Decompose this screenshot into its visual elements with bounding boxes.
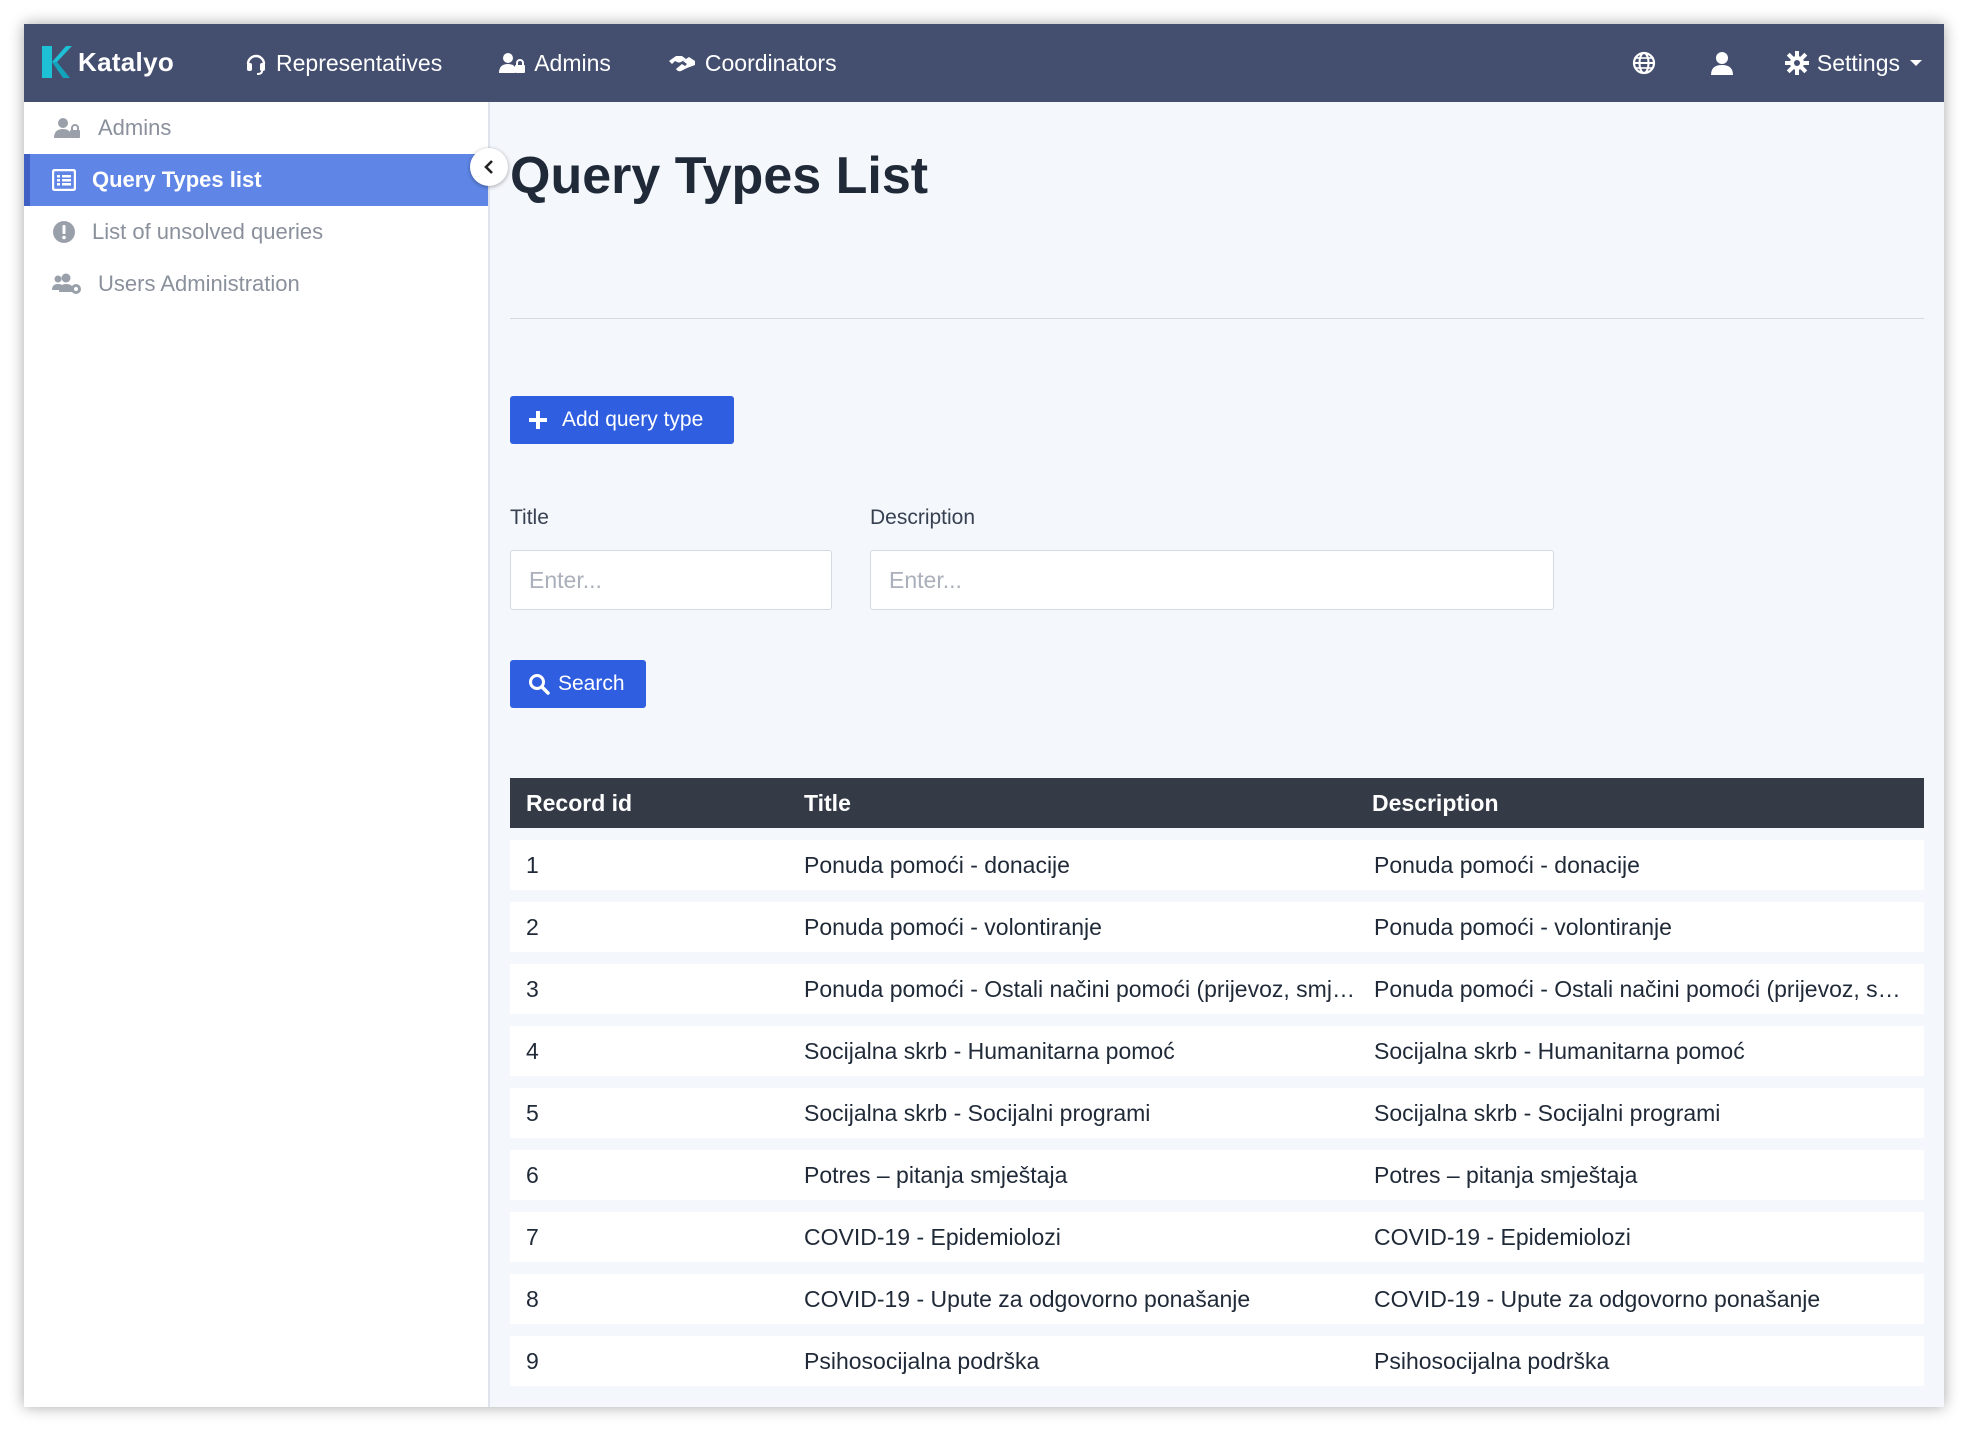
cell-title: Ponuda pomoći - volontiranje — [804, 913, 1102, 940]
cell-record-id: 6 — [526, 1161, 539, 1188]
table-row[interactable]: 2 Ponuda pomoći - volontiranje Ponuda po… — [510, 902, 1924, 952]
nav-representatives-label: Representatives — [276, 49, 443, 76]
description-filter-label: Description — [870, 506, 976, 529]
page-title: Query Types List — [510, 147, 929, 205]
cell-title: Potres – pitanja smještaja — [804, 1161, 1068, 1188]
table-row[interactable]: 1 Ponuda pomoći - donacije Ponuda pomoći… — [510, 840, 1924, 890]
cell-description: Ponuda pomoći - donacije — [1374, 851, 1640, 878]
exclamation-circle-icon — [53, 221, 75, 243]
table-row[interactable]: 4 Socijalna skrb - Humanitarna pomoć Soc… — [510, 1026, 1924, 1076]
language-button[interactable] — [1629, 48, 1659, 78]
chevron-left-icon — [484, 160, 493, 174]
add-query-type-button[interactable]: Add query type — [510, 396, 734, 444]
sidebar-item-admins[interactable]: Admins — [24, 102, 488, 154]
column-header-description[interactable]: Description — [1356, 790, 1924, 817]
katalyo-logo-icon — [42, 46, 72, 78]
add-query-type-label: Add query type — [562, 408, 704, 431]
main-nav: Representatives Admins Coordinators — [244, 24, 837, 102]
cell-record-id: 5 — [526, 1099, 539, 1126]
sidebar-item-label: Query Types list — [92, 167, 262, 192]
sidebar-empty-area — [24, 752, 488, 1407]
cell-record-id: 2 — [526, 913, 539, 940]
title-divider — [510, 318, 1924, 319]
cell-title: Socijalna skrb - Socijalni programi — [804, 1099, 1151, 1126]
cell-record-id: 7 — [526, 1223, 539, 1250]
cell-description: Socijalna skrb - Humanitarna pomoć — [1374, 1037, 1745, 1064]
plus-icon — [529, 411, 547, 429]
sidebar-item-label: Users Administration — [98, 271, 300, 296]
sidebar: Admins Query Types list List of unsolved… — [24, 102, 490, 1407]
sidebar-item-unsolved-queries[interactable]: List of unsolved queries — [24, 206, 488, 258]
sidebar-collapse-button[interactable] — [470, 148, 508, 186]
cell-record-id: 9 — [526, 1347, 539, 1374]
table-row[interactable]: 6 Potres – pitanja smještaja Potres – pi… — [510, 1150, 1924, 1200]
nav-coordinators[interactable]: Coordinators — [667, 50, 837, 77]
cell-record-id: 4 — [526, 1037, 539, 1064]
sidebar-item-label: Admins — [98, 115, 172, 140]
settings-label: Settings — [1816, 49, 1900, 76]
cell-record-id: 3 — [526, 975, 539, 1002]
cell-title: COVID-19 - Epidemiolozi — [804, 1223, 1061, 1250]
user-lock-icon — [499, 53, 526, 73]
table-row[interactable]: 3 Ponuda pomoći - Ostali načini pomoći (… — [510, 964, 1924, 1014]
table-row[interactable]: 9 Psihosocijalna podrška Psihosocijalna … — [510, 1336, 1924, 1386]
cell-description: Ponuda pomoći - Ostali načini pomoći (pr… — [1374, 975, 1924, 1002]
list-icon — [52, 169, 76, 191]
brand-logo[interactable]: Katalyo — [38, 40, 174, 84]
table-header: Record id Title Description — [510, 778, 1924, 828]
cell-description: COVID-19 - Epidemiolozi — [1374, 1223, 1631, 1250]
cell-description: Ponuda pomoći - volontiranje — [1374, 913, 1672, 940]
navbar-right: Settings — [1629, 24, 1922, 102]
query-types-table: Record id Title Description 1 Ponuda pom… — [510, 778, 1924, 1386]
title-filter-input[interactable] — [510, 550, 832, 610]
search-button[interactable]: Search — [510, 660, 646, 708]
main-content: Query Types List Add query type Title De… — [510, 102, 1924, 1407]
handshake-icon — [668, 56, 695, 72]
column-header-record-id[interactable]: Record id — [510, 790, 790, 817]
table-row[interactable]: 8 COVID-19 - Upute za odgovorno ponašanj… — [510, 1274, 1924, 1324]
cell-title: Ponuda pomoći - Ostali načini pomoći (pr… — [804, 975, 1356, 1002]
settings-dropdown[interactable]: Settings — [1784, 49, 1922, 77]
headset-icon — [246, 54, 266, 75]
user-lock-icon — [54, 118, 80, 138]
nav-admins-label: Admins — [534, 49, 611, 76]
profile-button[interactable] — [1707, 48, 1737, 78]
table-row[interactable]: 5 Socijalna skrb - Socijalni programi So… — [510, 1088, 1924, 1138]
top-navbar: Katalyo Representatives Admins Coordinat… — [24, 24, 1944, 102]
table-row[interactable]: 7 COVID-19 - Epidemiolozi COVID-19 - Epi… — [510, 1212, 1924, 1262]
search-icon — [529, 674, 550, 695]
cell-title: Ponuda pomoći - donacije — [804, 851, 1070, 878]
globe-icon — [1632, 51, 1655, 75]
nav-representatives[interactable]: Representatives — [244, 50, 442, 77]
sidebar-item-query-types[interactable]: Query Types list — [24, 154, 488, 206]
cell-title: Psihosocijalna podrška — [804, 1347, 1040, 1374]
description-filter-input[interactable] — [870, 550, 1554, 610]
cell-record-id: 1 — [526, 851, 539, 878]
cell-record-id: 8 — [526, 1285, 539, 1312]
cell-description: Potres – pitanja smještaja — [1374, 1161, 1638, 1188]
nav-coordinators-label: Coordinators — [704, 49, 837, 76]
user-icon — [1710, 52, 1733, 75]
brand-name: Katalyo — [78, 46, 175, 77]
app-window: Katalyo Representatives Admins Coordinat… — [24, 24, 1944, 1407]
title-filter-label: Title — [510, 506, 549, 529]
search-label: Search — [558, 672, 625, 695]
users-cog-icon — [52, 273, 81, 294]
gear-icon — [1784, 51, 1809, 75]
cell-title: Socijalna skrb - Humanitarna pomoć — [804, 1037, 1175, 1064]
cell-title: COVID-19 - Upute za odgovorno ponašanje — [804, 1285, 1251, 1312]
cell-description: Psihosocijalna podrška — [1374, 1347, 1610, 1374]
cell-description: Socijalna skrb - Socijalni programi — [1374, 1099, 1721, 1126]
column-header-title[interactable]: Title — [790, 790, 1356, 817]
sidebar-item-users-administration[interactable]: Users Administration — [24, 258, 488, 310]
caret-down-icon — [1910, 60, 1922, 66]
nav-admins[interactable]: Admins — [498, 50, 611, 77]
sidebar-item-label: List of unsolved queries — [92, 219, 324, 244]
cell-description: COVID-19 - Upute za odgovorno ponašanje — [1374, 1285, 1821, 1312]
